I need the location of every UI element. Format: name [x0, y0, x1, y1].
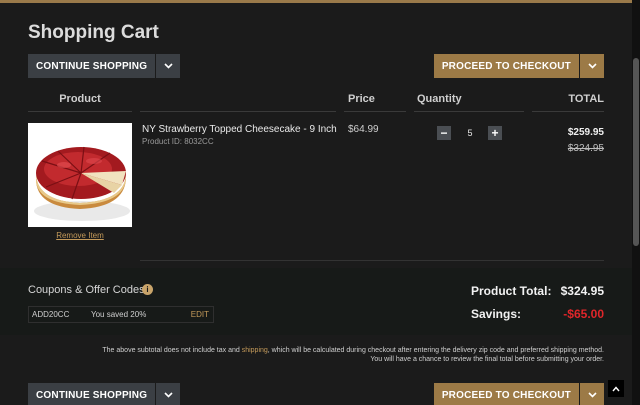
coupons-title: Coupons & Offer Codes [28, 284, 145, 296]
chevron-down-icon [587, 63, 597, 69]
line-original-total: $324.95 [567, 143, 604, 154]
continue-shopping-dropdown[interactable] [156, 383, 181, 405]
continue-shopping-group-top: CONTINUE SHOPPING [28, 54, 181, 78]
scrollbar-thumb[interactable] [633, 58, 639, 246]
top-accent-line [0, 0, 632, 3]
row-divider [140, 260, 604, 261]
applied-coupon: ADD20CC You saved 20% EDIT [28, 306, 214, 323]
line-total: $259.95 [567, 127, 604, 138]
header-total: TOTAL [568, 93, 604, 105]
header-divider [532, 111, 604, 112]
product-total-value: $324.95 [560, 284, 604, 298]
product-name[interactable]: NY Strawberry Topped Cheesecake - 9 Inch [142, 124, 337, 135]
header-quantity: Quantity [417, 93, 462, 105]
arrow-up-icon [612, 385, 620, 391]
continue-shopping-button[interactable]: CONTINUE SHOPPING [28, 383, 156, 405]
product-id: Product ID: 8032CC [142, 137, 214, 146]
checkout-group-top: PROCEED TO CHECKOUT [433, 54, 604, 78]
header-price: Price [348, 93, 375, 105]
continue-shopping-button[interactable]: CONTINUE SHOPPING [28, 54, 156, 78]
remove-item-link[interactable]: Remove Item [28, 231, 132, 240]
page-title: Shopping Cart [28, 22, 159, 43]
header-divider [140, 111, 336, 112]
chevron-down-icon [164, 63, 173, 69]
disclaimer-line-2: You will have a chance to review the fin… [370, 356, 604, 363]
disclaimer-text: The above subtotal does not include tax … [102, 347, 242, 354]
shipping-link[interactable]: shipping [242, 347, 268, 354]
quantity-increase-button[interactable]: + [488, 126, 502, 140]
checkout-dropdown[interactable] [580, 54, 604, 78]
continue-shopping-group-bottom: CONTINUE SHOPPING [28, 383, 181, 405]
quantity-value[interactable]: 5 [458, 128, 482, 138]
savings-label: Savings: [471, 307, 522, 321]
header-divider [28, 111, 132, 112]
header-divider [414, 111, 524, 112]
disclaimer-line-1: The above subtotal does not include tax … [44, 346, 604, 355]
header-product: Product [59, 93, 101, 105]
disclaimer-text: , which will be calculated during checko… [267, 347, 604, 354]
product-image[interactable] [28, 123, 132, 227]
unit-price: $64.99 [348, 124, 379, 135]
coupon-edit-link[interactable]: EDIT [191, 310, 213, 319]
continue-shopping-dropdown[interactable] [156, 54, 181, 78]
header-divider [344, 111, 406, 112]
coupon-code: ADD20CC [32, 310, 70, 319]
cheesecake-image [28, 123, 132, 227]
chevron-down-icon [164, 392, 173, 398]
proceed-to-checkout-button[interactable]: PROCEED TO CHECKOUT [433, 383, 579, 405]
coupon-savings-text: You saved 20% [91, 310, 147, 319]
info-icon[interactable]: i [142, 284, 153, 295]
back-to-top-button[interactable] [608, 380, 624, 397]
quantity-decrease-button[interactable]: − [437, 126, 451, 140]
checkout-group-bottom: PROCEED TO CHECKOUT [433, 383, 604, 405]
chevron-down-icon [587, 392, 597, 398]
page-scrollbar[interactable] [632, 0, 640, 405]
checkout-dropdown[interactable] [580, 383, 604, 405]
product-total-label: Product Total: [471, 284, 552, 298]
coupons-panel [0, 268, 632, 335]
savings-value: -$65.00 [563, 307, 604, 321]
proceed-to-checkout-button[interactable]: PROCEED TO CHECKOUT [433, 54, 579, 78]
